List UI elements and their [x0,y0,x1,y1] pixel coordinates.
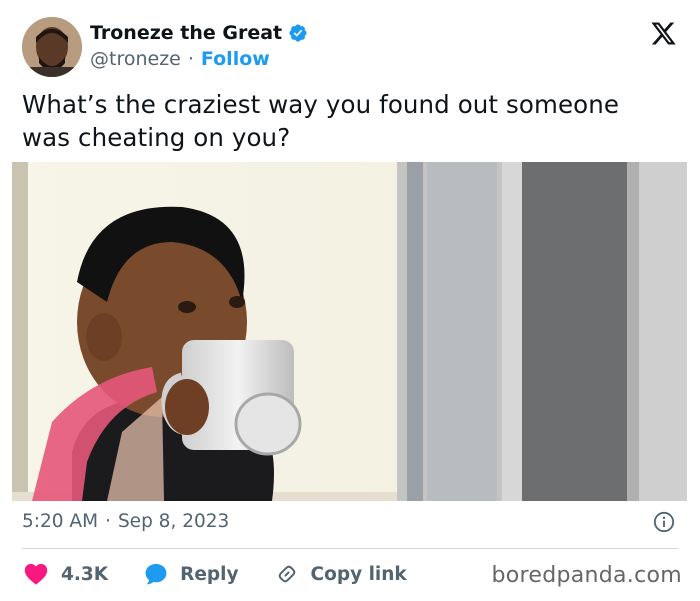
tweet-timestamp[interactable]: 5:20 AM · Sep 8, 2023 [22,511,229,532]
tweet-text: What’s the craziest way you found out so… [22,90,620,152]
like-button[interactable]: 4.3K [24,563,108,585]
reply-bubble-icon [145,564,167,585]
avatar[interactable] [22,17,82,77]
tweet-date: Sep 8, 2023 [117,511,230,532]
author-name[interactable]: Troneze the Great [90,22,282,44]
reply-label: Reply [180,563,239,585]
author-handle[interactable]: @troneze [90,48,181,70]
tweet-time: 5:20 AM [22,511,99,532]
copy-link-label: Copy link [310,563,407,585]
x-logo-icon[interactable] [650,20,677,47]
author-handle-row: @troneze · Follow [90,48,270,70]
copy-link-button[interactable]: Copy link [275,562,407,586]
reply-button[interactable]: Reply [144,562,239,586]
separator-dot: · [187,48,194,70]
link-icon [278,565,295,583]
author-name-row: Troneze the Great [90,22,308,44]
watermark: boredpanda.com [491,563,682,588]
follow-link[interactable]: Follow [201,48,270,70]
info-icon[interactable] [653,511,675,533]
separator-dot: · [105,511,111,532]
verified-badge-icon [289,24,307,42]
tweet-actions-bar: 4.3K Reply Copy link [24,560,443,588]
heart-icon [24,563,48,585]
divider [22,548,678,549]
tweet-card: Troneze the Great @troneze · Follow What… [0,0,700,601]
tweet-media-image[interactable] [12,162,687,501]
like-count: 4.3K [61,563,109,585]
